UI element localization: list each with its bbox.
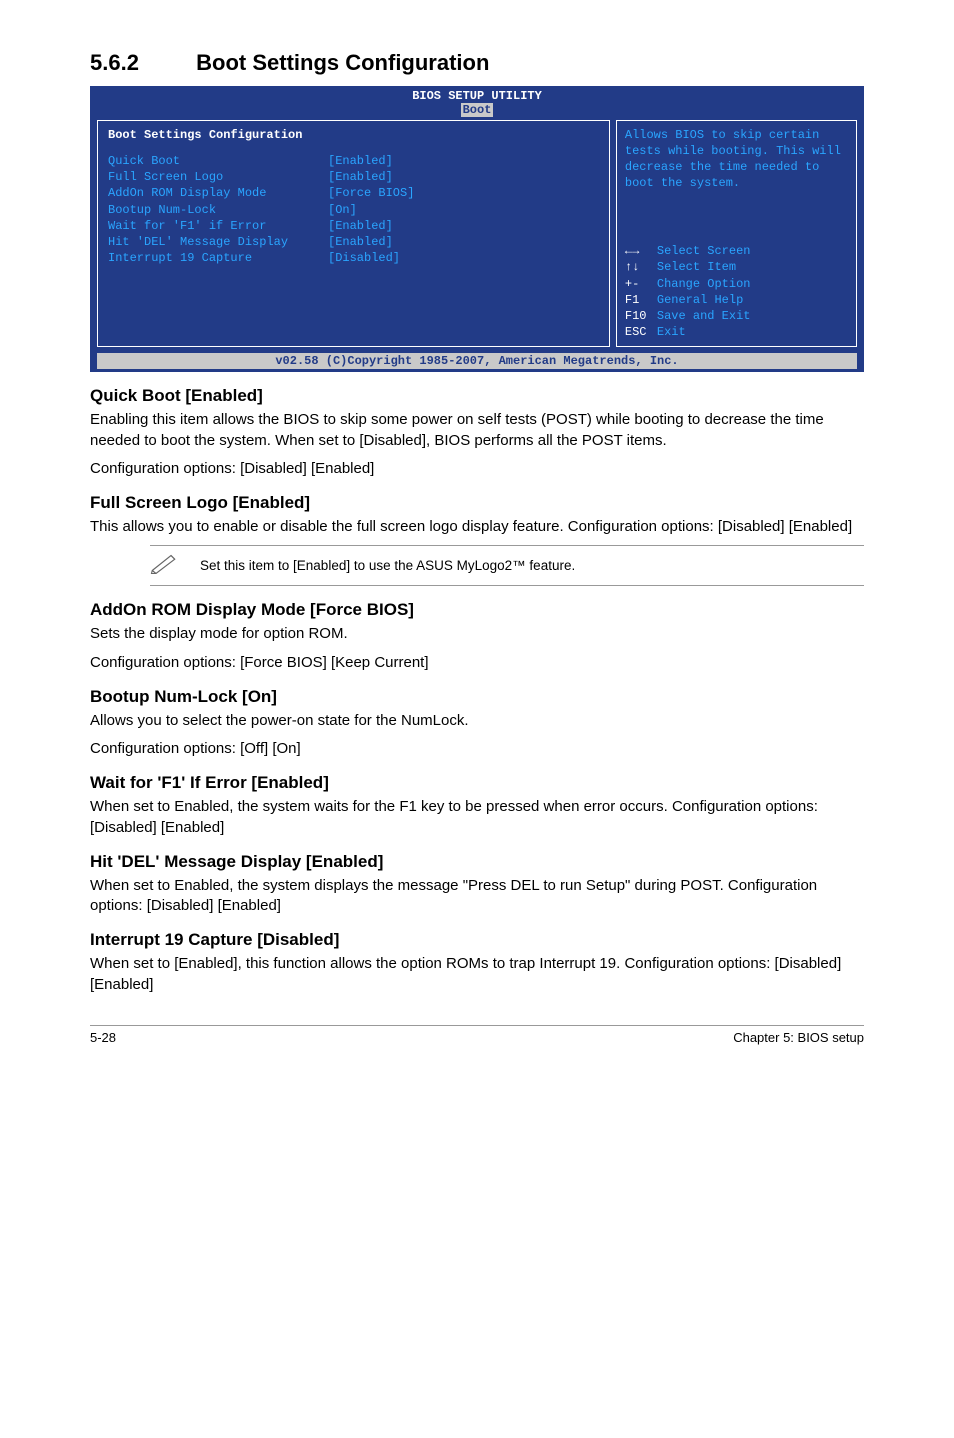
subsection-heading: Bootup Num-Lock [On]: [90, 687, 864, 707]
bios-header: BIOS SETUP UTILITY Boot: [91, 87, 863, 120]
bios-row: Wait for 'F1' if Error[Enabled]: [108, 218, 599, 234]
bios-row: Bootup Num-Lock[On]: [108, 202, 599, 218]
paragraph: Enabling this item allows the BIOS to sk…: [90, 410, 864, 451]
section-number: 5.6.2: [90, 50, 190, 76]
bios-main-panel: Boot Settings Configuration Quick Boot[E…: [97, 120, 610, 348]
paragraph: When set to Enabled, the system displays…: [90, 876, 864, 917]
note-text: Set this item to [Enabled] to use the AS…: [200, 558, 575, 573]
bios-footer: v02.58 (C)Copyright 1985-2007, American …: [97, 353, 857, 369]
paragraph: Configuration options: [Off] [On]: [90, 739, 864, 759]
paragraph: This allows you to enable or disable the…: [90, 517, 864, 537]
bios-screenshot: BIOS SETUP UTILITY Boot Boot Settings Co…: [90, 86, 864, 372]
bios-help-text: Allows BIOS to skip certain tests while …: [625, 127, 848, 192]
bios-header-tab: Boot: [461, 103, 494, 117]
paragraph: When set to Enabled, the system waits fo…: [90, 797, 864, 838]
pencil-icon: [150, 552, 180, 579]
paragraph: Allows you to select the power-on state …: [90, 711, 864, 731]
subsection-heading: Hit 'DEL' Message Display [Enabled]: [90, 852, 864, 872]
bios-row: Hit 'DEL' Message Display[Enabled]: [108, 234, 599, 250]
page-footer: 5-28 Chapter 5: BIOS setup: [90, 1025, 864, 1045]
paragraph: Configuration options: [Force BIOS] [Kee…: [90, 653, 864, 673]
paragraph: Sets the display mode for option ROM.: [90, 624, 864, 644]
subsection-heading: Quick Boot [Enabled]: [90, 386, 864, 406]
section-heading: 5.6.2 Boot Settings Configuration: [90, 50, 864, 76]
bios-header-title: BIOS SETUP UTILITY: [91, 89, 863, 103]
subsection-heading: Wait for 'F1' If Error [Enabled]: [90, 773, 864, 793]
bios-row: Full Screen Logo[Enabled]: [108, 169, 599, 185]
bios-row: Interrupt 19 Capture[Disabled]: [108, 250, 599, 266]
paragraph: Configuration options: [Disabled] [Enabl…: [90, 459, 864, 479]
subsection-heading: Interrupt 19 Capture [Disabled]: [90, 930, 864, 950]
subsection-heading: Full Screen Logo [Enabled]: [90, 493, 864, 513]
bios-panel-title: Boot Settings Configuration: [108, 127, 599, 143]
bios-help-panel: Allows BIOS to skip certain tests while …: [616, 120, 857, 348]
bios-help-keys: ←→Select Screen ↑↓Select Item +-Change O…: [625, 243, 848, 340]
page-number: 5-28: [90, 1030, 116, 1045]
paragraph: When set to [Enabled], this function all…: [90, 954, 864, 995]
section-title: Boot Settings Configuration: [196, 50, 489, 75]
subsection-heading: AddOn ROM Display Mode [Force BIOS]: [90, 600, 864, 620]
chapter-label: Chapter 5: BIOS setup: [733, 1030, 864, 1045]
note-box: Set this item to [Enabled] to use the AS…: [150, 545, 864, 586]
bios-row: Quick Boot[Enabled]: [108, 153, 599, 169]
bios-row: AddOn ROM Display Mode[Force BIOS]: [108, 185, 599, 201]
